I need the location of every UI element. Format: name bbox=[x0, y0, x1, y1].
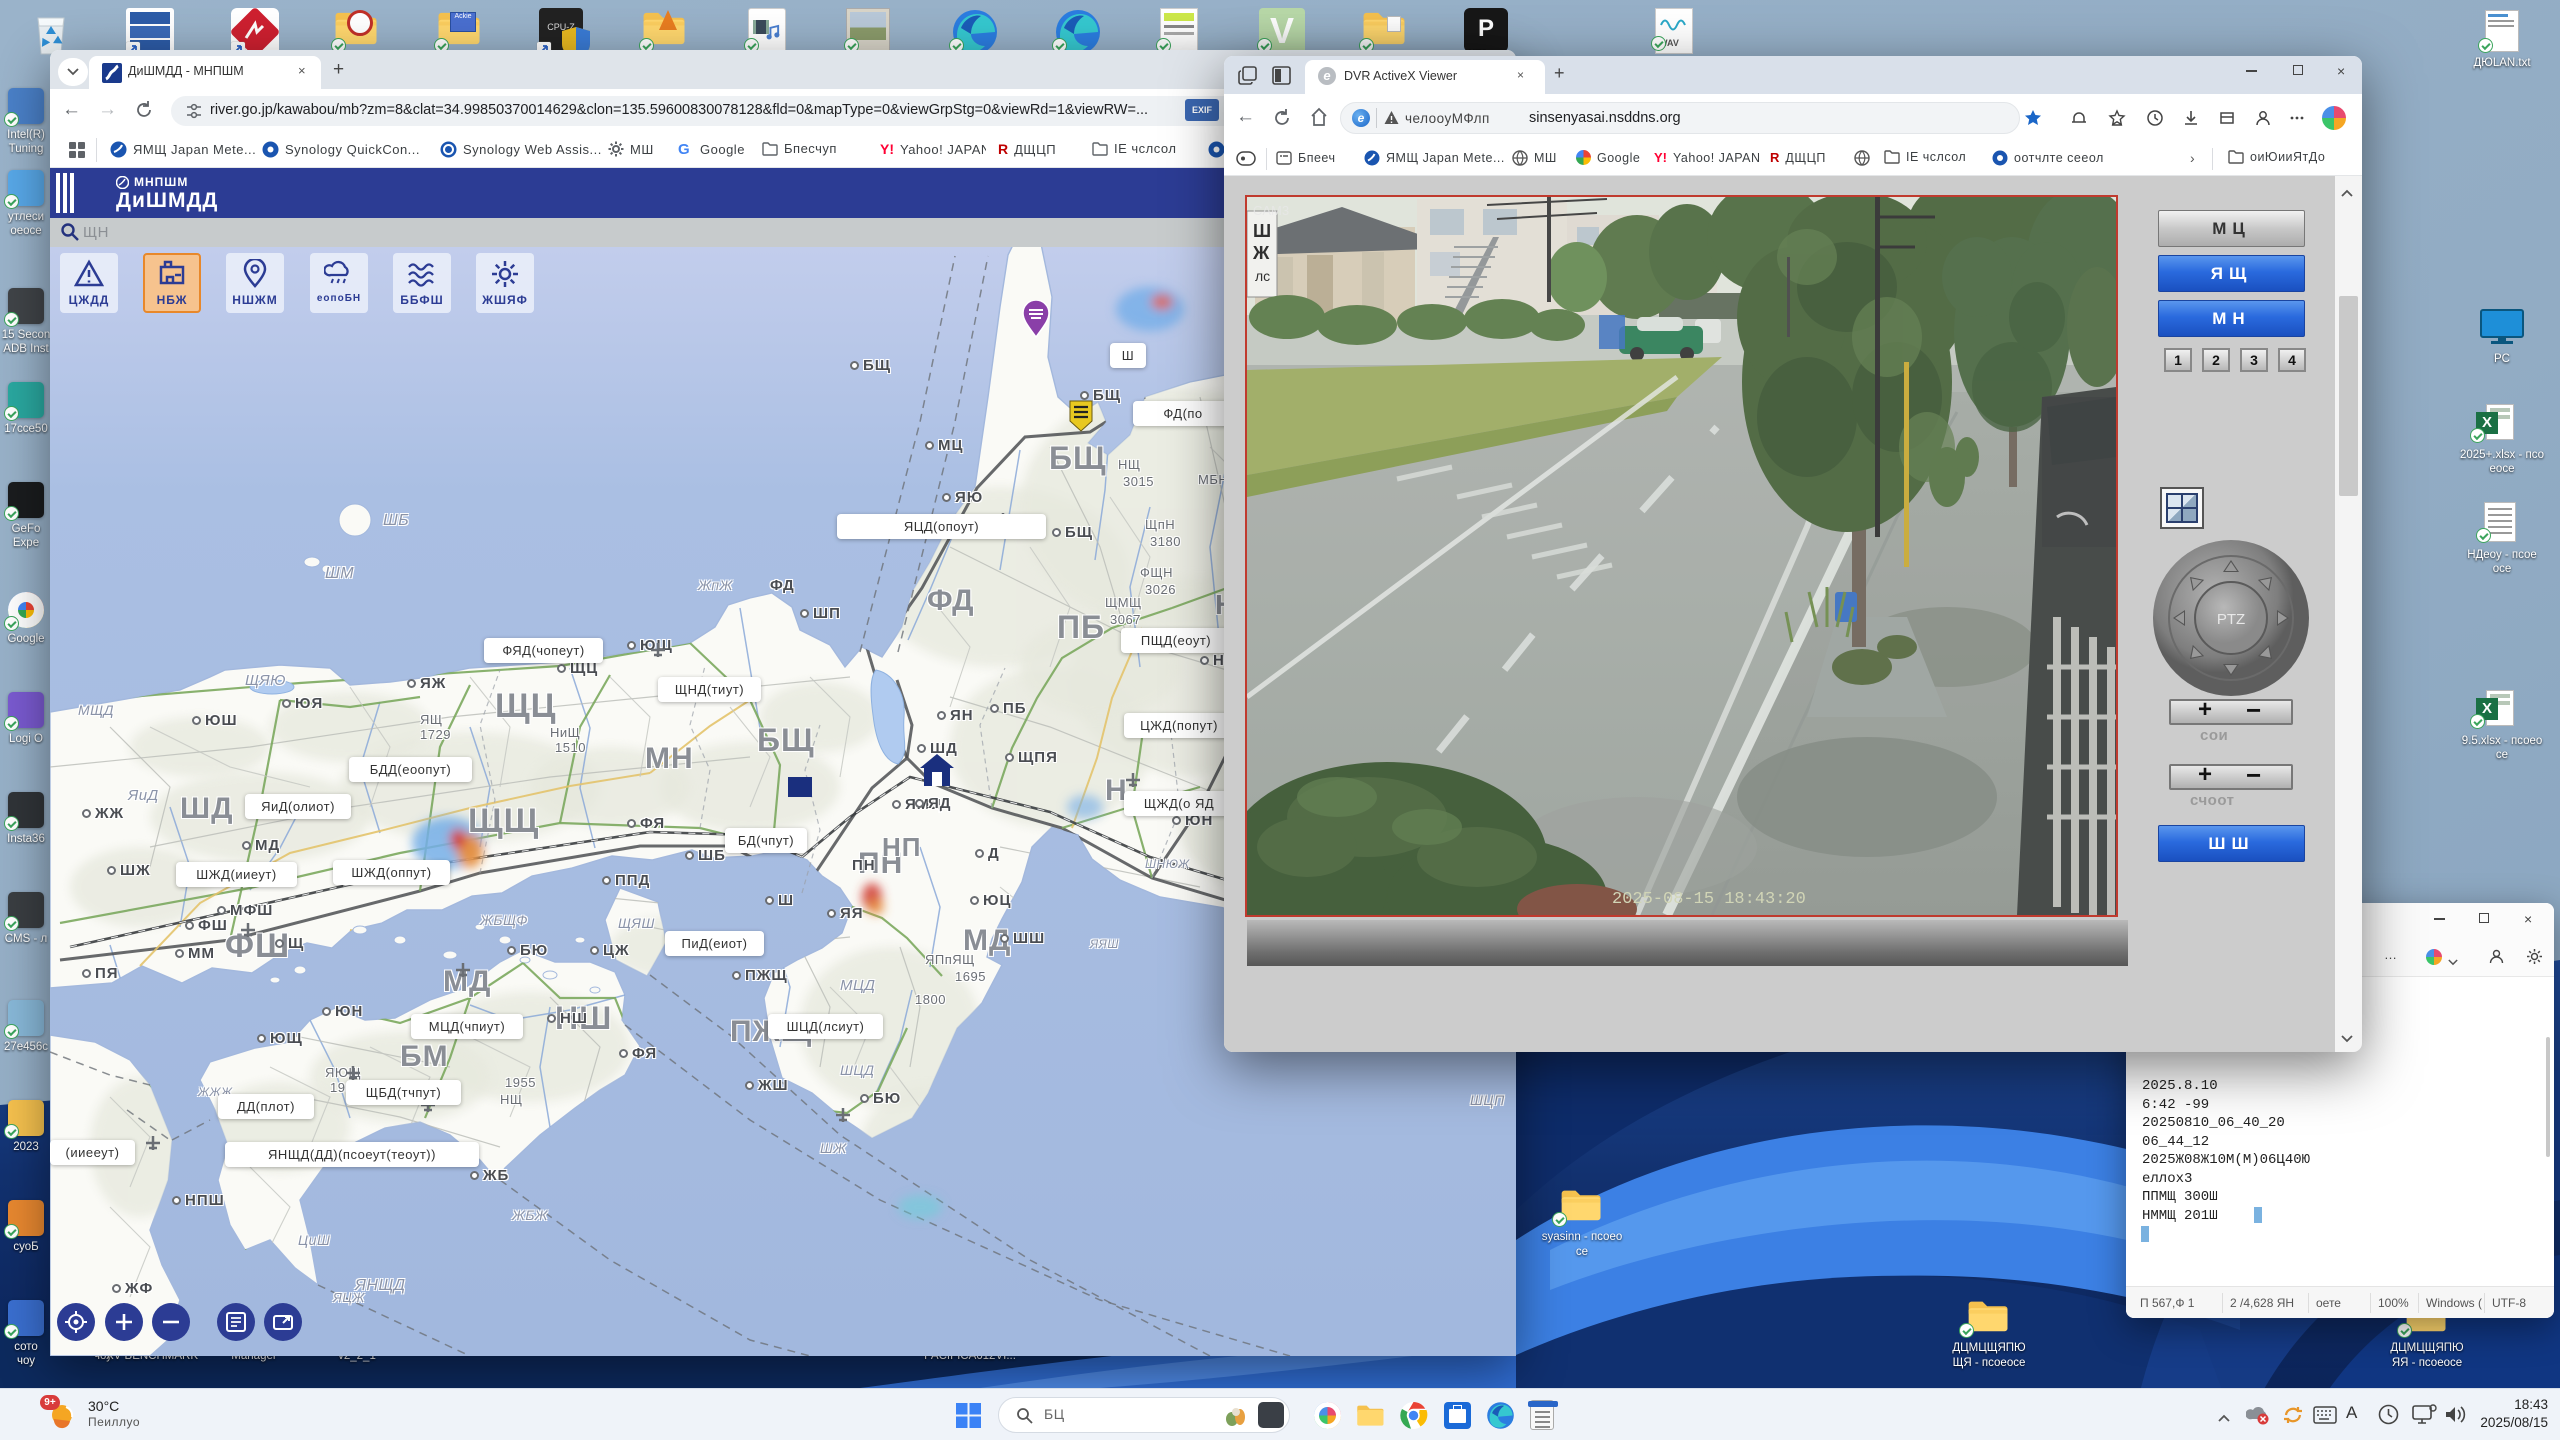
svg-text:PTZ: PTZ bbox=[2217, 611, 2245, 628]
svg-text:CAM3: CAM3 bbox=[1253, 203, 1289, 218]
